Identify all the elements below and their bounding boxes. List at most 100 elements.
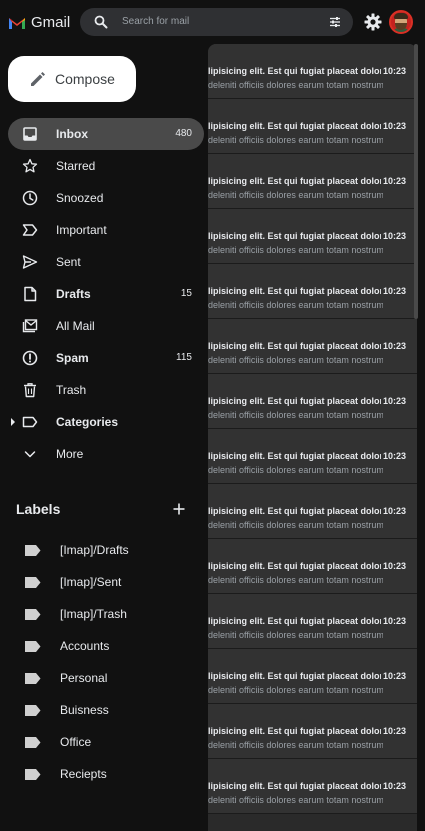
account-avatar[interactable] [389,10,413,34]
email-time: 10:23 [382,176,406,186]
search-options-icon[interactable] [329,16,341,28]
compose-label: Compose [55,71,115,87]
app-name: Gmail [31,14,71,31]
email-row[interactable]: lipisicing elit. Est qui fugiat placeat … [208,374,417,429]
email-row[interactable]: lipisicing elit. Est qui fugiat placeat … [208,319,417,374]
nav-item-categories[interactable]: Categories [0,406,204,438]
email-time: 10:23 [382,506,406,516]
caret-right-icon[interactable] [10,418,16,426]
email-row[interactable]: lipisicing elit. Est qui fugiat placeat … [208,154,417,209]
email-time: 10:23 [382,396,406,406]
label-item[interactable]: Accounts [0,632,204,660]
email-subject: lipisicing elit. Est qui fugiat placeat … [208,66,381,76]
email-row[interactable]: lipisicing elit. Est qui fugiat placeat … [208,759,417,814]
email-row[interactable]: lipisicing elit. Est qui fugiat placeat … [208,704,417,759]
email-row[interactable]: lipisicing elit. Est qui fugiat placeat … [208,264,417,319]
nav-label: Spam [56,351,89,365]
nav-label: Categories [56,415,119,429]
label-name: Office [60,735,92,749]
settings-gear-icon[interactable] [364,13,382,31]
gmail-logo[interactable]: Gmail [8,14,70,31]
email-subject: lipisicing elit. Est qui fugiat placeat … [208,506,381,516]
email-row[interactable]: lipisicing elit. Est qui fugiat placeat … [208,484,417,539]
compose-button[interactable]: Compose [8,56,136,102]
nav-label: Drafts [56,287,91,301]
nav-item-snoozed[interactable]: Snoozed [0,182,204,214]
add-label-plus-icon[interactable] [172,502,186,516]
nav-label: Inbox [56,127,88,141]
spam-icon [22,350,38,366]
email-list: lipisicing elit. Est qui fugiat placeat … [208,44,417,831]
label-item[interactable]: Buisness [0,696,204,724]
email-row[interactable]: lipisicing elit. Est qui fugiat placeat … [208,649,417,704]
email-time: 10:23 [382,726,406,736]
nav-item-inbox[interactable]: Inbox 480 [8,118,204,150]
email-snippet: deleniti officiis dolores earum totam no… [208,740,383,750]
label-name: [Imap]/Trash [60,607,127,621]
search-icon[interactable] [94,15,108,29]
label-tag-icon [25,641,41,652]
email-row[interactable]: lipisicing elit. Est qui fugiat placeat … [208,99,417,154]
top-app-bar: Gmail Search for mail [0,0,425,44]
email-snippet: deleniti officiis dolores earum totam no… [208,685,383,695]
email-subject: lipisicing elit. Est qui fugiat placeat … [208,671,381,681]
email-subject: lipisicing elit. Est qui fugiat placeat … [208,561,381,571]
email-subject: lipisicing elit. Est qui fugiat placeat … [208,781,381,791]
nav-item-spam[interactable]: Spam 115 [0,342,204,374]
label-tag-icon [25,737,41,748]
email-snippet: deleniti officiis dolores earum totam no… [208,795,383,805]
nav-label: Starred [56,159,96,173]
nav-item-trash[interactable]: Trash [0,374,204,406]
nav-item-starred[interactable]: Starred [0,150,204,182]
email-subject: lipisicing elit. Est qui fugiat placeat … [208,341,381,351]
email-row[interactable]: lipisicing elit. Est qui fugiat placeat … [208,539,417,594]
label-name: Buisness [60,703,109,717]
search-bar[interactable]: Search for mail [80,8,353,36]
label-tag-icon [25,769,41,780]
email-time: 10:23 [382,121,406,131]
send-icon [22,255,38,269]
nav-item-more[interactable]: More [0,438,204,470]
label-icon [22,416,38,428]
nav-item-drafts[interactable]: Drafts 15 [0,278,204,310]
clock-icon [22,190,38,206]
email-list-scrollbar[interactable] [414,44,418,319]
email-time: 10:23 [382,231,406,241]
email-snippet: deleniti officiis dolores earum totam no… [208,575,383,585]
nav-label: Trash [56,383,87,397]
label-name: Accounts [60,639,110,653]
nav-label: All Mail [56,319,95,333]
label-item[interactable]: [Imap]/Sent [0,568,204,596]
nav-item-all-mail[interactable]: All Mail [0,310,204,342]
email-row[interactable]: lipisicing elit. Est qui fugiat placeat … [208,209,417,264]
nav-item-important[interactable]: Important [0,214,204,246]
label-item[interactable]: [Imap]/Trash [0,600,204,628]
email-subject: lipisicing elit. Est qui fugiat placeat … [208,451,381,461]
label-item[interactable]: Office [0,728,204,756]
label-item[interactable]: Reciepts [0,760,204,788]
nav-label: Sent [56,255,81,269]
email-subject: lipisicing elit. Est qui fugiat placeat … [208,176,381,186]
email-snippet: deleniti officiis dolores earum totam no… [208,630,383,640]
label-item[interactable]: [Imap]/Drafts [0,536,204,564]
label-tag-icon [25,705,41,716]
email-row[interactable]: lipisicing elit. Est qui fugiat placeat … [208,44,417,99]
email-time: 10:23 [382,286,406,296]
email-snippet: deleniti officiis dolores earum totam no… [208,245,383,255]
email-subject: lipisicing elit. Est qui fugiat placeat … [208,726,381,736]
draft-icon [24,286,37,302]
email-subject: lipisicing elit. Est qui fugiat placeat … [208,121,381,131]
label-tag-icon [25,609,41,620]
label-name: Reciepts [60,767,107,781]
email-snippet: deleniti officiis dolores earum totam no… [208,135,383,145]
nav-label: Important [56,223,107,237]
email-row[interactable]: lipisicing elit. Est qui fugiat placeat … [208,594,417,649]
email-row[interactable]: lipisicing elit. Est qui fugiat placeat … [208,429,417,484]
nav-item-sent[interactable]: Sent [0,246,204,278]
email-snippet: deleniti officiis dolores earum totam no… [208,465,383,475]
trash-icon [24,383,36,398]
label-item[interactable]: Personal [0,664,204,692]
email-time: 10:23 [382,66,406,76]
search-input[interactable]: Search for mail [122,16,189,27]
all-mail-icon [22,319,38,333]
